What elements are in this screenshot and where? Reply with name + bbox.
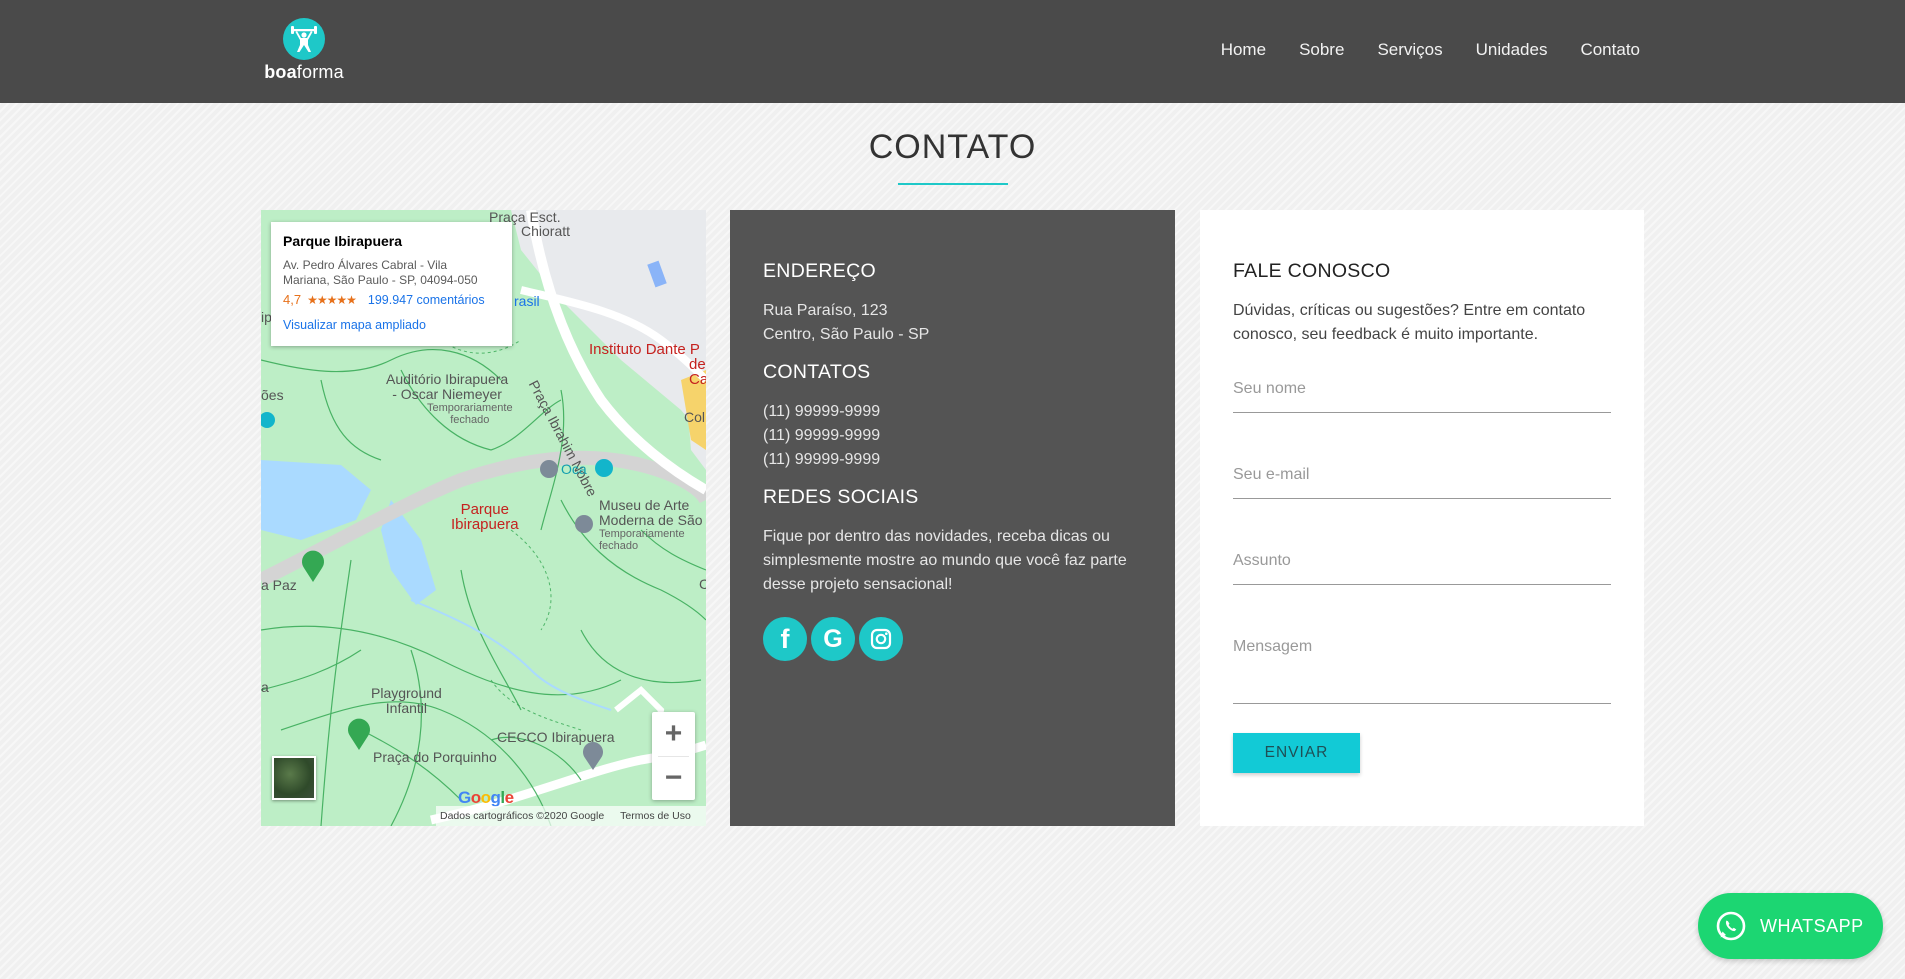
nav-home[interactable]: Home — [1221, 40, 1266, 60]
map-label: Playground Infantil — [371, 685, 442, 716]
social-title: REDES SOCIAIS — [763, 486, 919, 508]
map-label: rasil — [514, 293, 540, 309]
phone-number: (11) 99999-9999 — [763, 427, 881, 444]
address-line: Rua Paraíso, 123 — [763, 302, 888, 319]
map-label: C — [699, 576, 706, 592]
social-links: f G — [763, 617, 1142, 661]
whatsapp-label: WHATSAPP — [1760, 915, 1864, 936]
map-label: de Ca — [689, 356, 706, 388]
whatsapp-icon — [1716, 911, 1746, 941]
map-label: Temporariamente fechado — [599, 528, 685, 552]
map-label: a Paz — [261, 577, 297, 593]
zoom-in-button[interactable]: + — [652, 712, 695, 756]
subject-field[interactable] — [1233, 544, 1611, 585]
enlarge-map-link[interactable]: Visualizar mapa ampliado — [283, 318, 500, 332]
main-nav: Home Sobre Serviços Unidades Contato — [1221, 40, 1640, 60]
place-title: Parque Ibirapuera — [283, 233, 403, 249]
social-section: REDES SOCIAIS Fique por dentro das novid… — [763, 486, 1142, 661]
place-address: Av. Pedro Álvares Cabral - Vila Mariana, … — [283, 258, 478, 287]
map-label: Col — [684, 409, 706, 425]
facebook-icon[interactable]: f — [763, 617, 807, 661]
brand-logo[interactable]: boaforma — [259, 18, 349, 82]
star-rating-icon: ★★★★★ — [307, 292, 357, 307]
satellite-toggle-button[interactable] — [272, 756, 316, 800]
google-icon[interactable]: G — [811, 617, 855, 661]
map-label-park: Parque Ibirapuera — [451, 501, 519, 533]
page-title: CONTATO — [868, 128, 1037, 166]
address-section: ENDEREÇO Rua Paraíso, 123 Centro, São Pa… — [763, 260, 1142, 347]
map-label: a — [261, 679, 269, 695]
map-label: Temporariamente fechado — [427, 402, 513, 426]
divider — [658, 756, 689, 757]
map-label: Instituto Dante P — [589, 341, 700, 358]
instagram-icon[interactable] — [859, 617, 903, 661]
nav-sobre[interactable]: Sobre — [1299, 40, 1344, 60]
contact-form: FALE CONOSCO Dúvidas, críticas ou sugest… — [1200, 210, 1644, 826]
map-data-credit: Dados cartográficos ©2020 Google — [440, 810, 605, 822]
form-lead: Dúvidas, críticas ou sugestões? Entre em… — [1233, 302, 1586, 343]
contacts-title: CONTATOS — [763, 361, 871, 383]
map-label: Chioratt — [521, 223, 571, 239]
brand-wordmark: boaforma — [264, 62, 344, 82]
site-header: boaforma Home Sobre Serviços Unidades Co… — [0, 0, 1905, 103]
map-footer: Dados cartográficos ©2020 Google Termos … — [436, 806, 706, 826]
social-text: Fique por dentro das novidades, receba d… — [763, 528, 1127, 593]
weightlifter-icon — [283, 18, 325, 60]
address-title: ENDEREÇO — [763, 260, 876, 282]
embedded-map[interactable]: Praça Esct. Chioratt rasil Instituto Dan… — [261, 210, 706, 826]
name-field[interactable] — [1233, 372, 1611, 413]
address-line: Centro, São Paulo - SP — [763, 326, 930, 343]
nav-servicos[interactable]: Serviços — [1377, 40, 1442, 60]
contacts-section: CONTATOS (11) 99999-9999 (11) 99999-9999… — [763, 361, 1142, 472]
reviews-link[interactable]: 199.947 comentários — [368, 293, 485, 307]
map-label: Museu de Arte Moderna de São — [599, 497, 703, 528]
place-info-card: Parque Ibirapuera Av. Pedro Álvares Cabr… — [271, 222, 512, 346]
map-label: Auditório Ibirapuera - Oscar Niemeyer — [386, 371, 509, 402]
phone-number: (11) 99999-9999 — [763, 403, 881, 420]
send-button[interactable]: ENVIAR — [1233, 733, 1360, 773]
message-field[interactable] — [1233, 630, 1611, 704]
terms-link[interactable]: Termos de Uso — [620, 810, 691, 822]
title-underline — [898, 183, 1008, 185]
form-title: FALE CONOSCO — [1233, 260, 1391, 282]
place-rating: 4,7 ★★★★★ 199.947 comentários — [283, 292, 485, 307]
zoom-controls: + − — [652, 712, 695, 800]
map-label: CECCO Ibirapuera — [497, 729, 615, 745]
phone-number: (11) 99999-9999 — [763, 451, 881, 468]
map-label: Praça do Porquinho — [373, 749, 497, 765]
email-field[interactable] — [1233, 458, 1611, 499]
google-logo: Google — [458, 788, 514, 807]
whatsapp-button[interactable]: WHATSAPP — [1698, 893, 1883, 959]
nav-unidades[interactable]: Unidades — [1476, 40, 1548, 60]
contact-info-panel: ENDEREÇO Rua Paraíso, 123 Centro, São Pa… — [730, 210, 1175, 826]
map-label: ões — [261, 387, 284, 403]
zoom-out-button[interactable]: − — [652, 756, 695, 800]
map-label: Oca — [561, 461, 587, 477]
nav-contato[interactable]: Contato — [1580, 40, 1640, 60]
